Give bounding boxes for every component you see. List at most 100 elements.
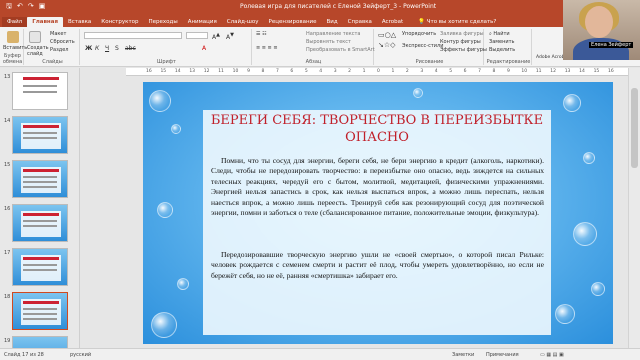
water-drop: [555, 304, 575, 324]
slide-thumbnail[interactable]: [12, 160, 68, 198]
quick-styles-button[interactable]: Экспресс-стили: [402, 43, 443, 49]
tab-design[interactable]: Конструктор: [96, 17, 143, 27]
find-button[interactable]: ⌕ Найти: [489, 31, 510, 37]
language-indicator[interactable]: русский: [70, 352, 91, 358]
ruler-tick-label: 14: [579, 69, 585, 74]
underline-icon[interactable]: Ч: [105, 45, 109, 52]
view-buttons-icon[interactable]: ▭ ▦ ▤ ▣: [540, 352, 564, 358]
status-bar: Слайд 17 из 28 русский Заметки Примечани…: [0, 348, 640, 360]
thumbnail-number: 14: [4, 118, 11, 124]
drawing-group-label: Рисование: [415, 59, 444, 65]
thumbnail-row[interactable]: 17: [0, 248, 80, 288]
tab-slideshow[interactable]: Слайд-шоу: [222, 17, 264, 27]
layout-button[interactable]: Макет: [50, 31, 66, 37]
shape-outline-button[interactable]: Контур фигуры: [440, 39, 481, 45]
ruler-tick-label: 5: [449, 69, 453, 74]
section-button[interactable]: Раздел: [50, 47, 68, 53]
title-bar: 🖫 ↶ ↷ ▣ Ролевая игра для писателей с Еле…: [0, 0, 640, 14]
slide-thumbnail-selected[interactable]: [12, 292, 68, 330]
slide-thumbnail[interactable]: [12, 204, 68, 242]
tab-help[interactable]: Справка: [343, 17, 377, 27]
smartart-button[interactable]: Преобразовать в SmartArt: [306, 47, 375, 53]
text-direction-button[interactable]: Направление текста: [306, 31, 360, 37]
water-drop: [171, 124, 181, 134]
grow-font-icon[interactable]: A▲: [212, 32, 220, 41]
thumbnail-row[interactable]: 15: [0, 160, 80, 200]
shape-effects-button[interactable]: Эффекты фигуры: [440, 47, 487, 53]
notes-button[interactable]: Заметки: [452, 352, 474, 358]
ruler-tick-label: 0: [377, 69, 380, 74]
italic-icon[interactable]: К: [95, 45, 99, 52]
ruler-tick-label: 10: [232, 69, 239, 74]
font-color-icon[interactable]: A: [202, 45, 206, 52]
ruler-tick-label: 15: [593, 69, 600, 74]
arrange-button[interactable]: Упорядочить: [402, 31, 436, 37]
font-group-label: Шрифт: [157, 59, 176, 65]
shapes-row-icon[interactable]: ↘☆◇: [378, 41, 396, 49]
thumbnail-row[interactable]: 16: [0, 204, 80, 244]
new-slide-button[interactable]: Создать слайд: [27, 45, 49, 57]
align-text-button[interactable]: Выровнять текст: [306, 39, 351, 45]
paste-icon[interactable]: [7, 31, 19, 43]
paste-button[interactable]: Вставить: [3, 45, 27, 51]
shadow-icon[interactable]: S: [115, 45, 119, 52]
tab-insert[interactable]: Вставка: [63, 17, 96, 27]
ruler-tick-label: 12: [203, 69, 210, 74]
thumbnail-number: 17: [4, 250, 11, 256]
slide-thumbnail[interactable]: [12, 336, 68, 348]
align-icons[interactable]: ≡ ≡ ≡ ≡: [256, 45, 278, 51]
select-button[interactable]: Выделить: [489, 47, 515, 53]
shrink-font-icon[interactable]: A▼: [226, 32, 234, 41]
tab-view[interactable]: Вид: [322, 17, 343, 27]
water-drop: [177, 278, 189, 290]
bold-icon[interactable]: Ж: [85, 45, 92, 52]
slide-body-paragraph[interactable]: Помни, что ты сосуд для энергии, береги …: [211, 156, 544, 218]
font-size-select[interactable]: [186, 32, 208, 39]
tab-animations[interactable]: Анимация: [183, 17, 222, 27]
ruler-tick-label: 8: [261, 69, 265, 74]
vertical-scrollbar[interactable]: [628, 68, 640, 348]
clipboard-group: Вставить Буфер обмена: [2, 29, 27, 65]
thumbnail-row-selected[interactable]: 18: [0, 292, 80, 332]
shapes-gallery-icon[interactable]: ▭○△: [378, 31, 396, 39]
replace-button[interactable]: Заменить: [489, 39, 515, 45]
scrollbar-thumb[interactable]: [631, 88, 638, 168]
thumbnail-row[interactable]: 14: [0, 116, 80, 156]
save-icon[interactable]: 🖫: [6, 2, 12, 13]
slideshow-start-icon[interactable]: ▣: [39, 2, 46, 13]
slide-title[interactable]: БЕРЕГИ СЕБЯ: ТВОРЧЕСТВО В ПЕРЕИЗБЫТКЕ ОП…: [203, 112, 551, 146]
tab-review[interactable]: Рецензирование: [264, 17, 322, 27]
redo-icon[interactable]: ↷: [28, 2, 34, 13]
thumbnail-row[interactable]: 13: [0, 72, 80, 112]
ruler-tick-label: 13: [189, 69, 196, 74]
font-family-select[interactable]: [84, 32, 182, 39]
ruler-tick-label: 7: [275, 69, 279, 74]
slide-canvas[interactable]: БЕРЕГИ СЕБЯ: ТВОРЧЕСТВО В ПЕРЕИЗБЫТКЕ ОП…: [143, 82, 613, 344]
tab-file[interactable]: Файл: [2, 17, 28, 27]
thumbnail-row[interactable]: 19: [0, 336, 80, 348]
water-drop: [591, 282, 605, 296]
tab-transitions[interactable]: Переходы: [144, 17, 183, 27]
comments-button[interactable]: Примечания: [486, 352, 519, 358]
ruler-tick-label: 10: [521, 69, 528, 74]
ruler-tick-label: 15: [160, 69, 167, 74]
strikethrough-icon[interactable]: abc: [125, 45, 136, 52]
clipboard-group-label: Буфер обмена: [2, 53, 23, 65]
undo-icon[interactable]: ↶: [17, 2, 23, 13]
reset-button[interactable]: Сбросить: [50, 39, 75, 45]
bullets-icon[interactable]: ☰ ☷: [256, 31, 267, 37]
slide-thumbnail[interactable]: [12, 248, 68, 286]
slide-body-paragraph[interactable]: Передозировавшие творческую энергию ушли…: [211, 250, 544, 281]
tab-home[interactable]: Главная: [27, 17, 63, 27]
ruler-tick-label: 16: [608, 69, 614, 74]
ruler-tick-label: 12: [550, 69, 556, 74]
slide-thumbnail[interactable]: [12, 116, 68, 154]
editing-group: ⌕ Найти Заменить Выделить Редактирование: [486, 29, 532, 65]
shape-fill-button[interactable]: Заливка фигуры: [440, 31, 484, 37]
ruler-tick-label: 4: [319, 69, 323, 74]
quick-access-toolbar: 🖫 ↶ ↷ ▣: [0, 2, 210, 13]
tell-me-search[interactable]: 💡 Что вы хотите сделать?: [414, 17, 500, 27]
new-slide-icon[interactable]: [29, 31, 41, 43]
tab-acrobat[interactable]: Acrobat: [377, 17, 408, 27]
slide-thumbnail[interactable]: [12, 72, 68, 110]
